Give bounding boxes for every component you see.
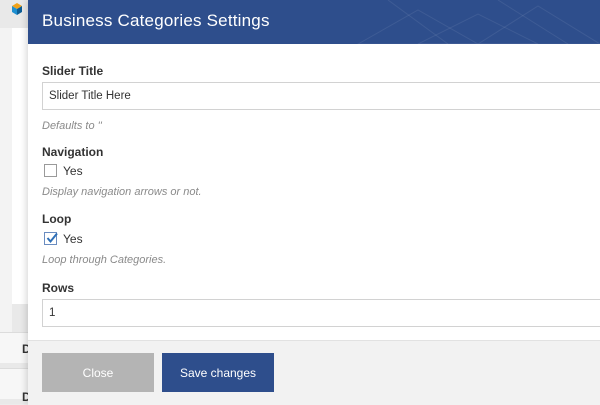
background-sidebar bbox=[0, 28, 12, 332]
loop-help: Loop through Categories. bbox=[42, 254, 167, 266]
checkmark-icon bbox=[46, 232, 58, 244]
background-card bbox=[12, 28, 29, 304]
modal-title: Business Categories Settings bbox=[42, 11, 270, 30]
app-logo-icon bbox=[12, 3, 22, 15]
loop-checkbox-label[interactable]: Yes bbox=[63, 232, 83, 246]
modal-footer: Close Save changes bbox=[28, 340, 600, 405]
modal-header: Business Categories Settings bbox=[28, 0, 600, 44]
navigation-checkbox[interactable] bbox=[44, 164, 57, 177]
save-changes-button[interactable]: Save changes bbox=[162, 353, 274, 392]
navigation-label: Navigation bbox=[42, 145, 104, 159]
settings-modal: Business Categories Settings Slider Titl… bbox=[28, 0, 600, 405]
loop-checkbox[interactable] bbox=[44, 232, 58, 245]
loop-label: Loop bbox=[42, 212, 72, 226]
close-button[interactable]: Close bbox=[42, 353, 154, 392]
navigation-checkbox-label[interactable]: Yes bbox=[63, 164, 83, 178]
rows-label: Rows bbox=[42, 281, 75, 295]
slider-title-help: Defaults to '' bbox=[42, 120, 102, 132]
modal-body: Slider Title Defaults to '' Navigation Y… bbox=[28, 44, 600, 340]
slider-title-input[interactable] bbox=[42, 82, 600, 110]
rows-input[interactable] bbox=[42, 299, 600, 327]
navigation-help: Display navigation arrows or not. bbox=[42, 186, 202, 198]
slider-title-label: Slider Title bbox=[42, 64, 104, 78]
